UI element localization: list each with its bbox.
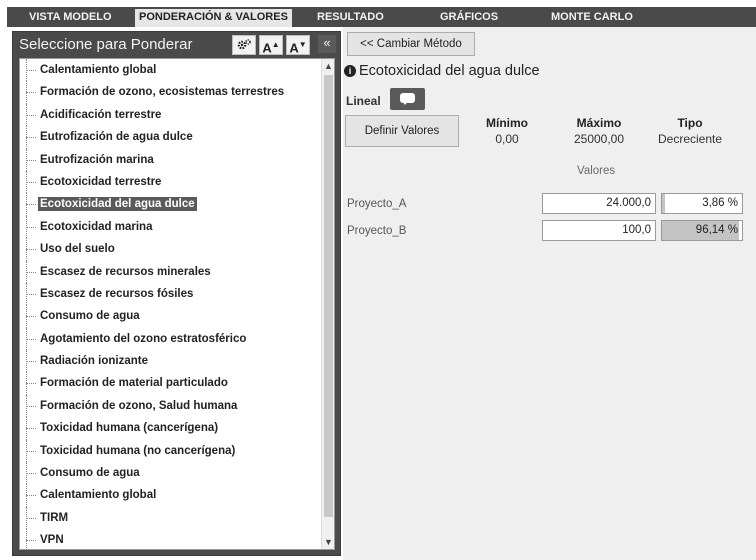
values-label: Valores [577,165,616,177]
list-item-label: Ecotoxicidad marina [40,220,153,233]
list-item-label: Consumo de agua [40,310,140,323]
list-item[interactable]: Acidificación terrestre [20,103,321,127]
criterion-heading: i Ecotoxicidad del agua dulce [343,63,540,79]
type-value: Decreciente [657,132,723,146]
panel-header: Seleccione para Ponderar A▲ A▼ « [13,32,340,58]
list-item[interactable]: Formación de material particulado [20,372,321,395]
project-value-input[interactable]: 100,0 [542,220,656,241]
tab-vista-modelo[interactable]: VISTA MODELO [29,7,112,27]
list-item[interactable]: Consumo de agua [20,462,321,485]
list-item[interactable]: Toxicidad humana (no cancerígena) [20,439,321,463]
list-item-label: VPN [40,534,64,547]
font-increase-label: A [262,40,272,56]
list-item-label: Formación de ozono, Salud humana [40,399,238,412]
list-item[interactable]: Calentamiento global [20,484,321,507]
list-item-label: Formación de ozono, ecosistemas terrestr… [40,86,285,99]
panel-title: Seleccione para Ponderar [19,36,193,53]
project-percent-bar: 3,86 % [661,193,743,214]
min-header: Mínimo [486,116,528,130]
font-decrease-label: A [289,40,299,56]
list-item-label: Eutrofización marina [40,153,154,166]
gears-icon [237,39,251,50]
tab-strip: VISTA MODELO PONDERACIÓN & VALORES RESUL… [7,7,756,27]
list-item[interactable]: Escasez de recursos fósiles [20,282,321,306]
tab-ponderacion-valores[interactable]: PONDERACIÓN & VALORES [135,9,292,27]
list-item-label: Eutrofización de agua dulce [40,131,193,144]
type-header: Tipo [677,116,703,130]
list-scrollbar[interactable]: ▲ ▼ [321,59,334,549]
list-item-label: Agotamiento del ozono estratosférico [40,332,247,345]
list-item[interactable]: Uso del suelo [20,238,321,261]
list-item[interactable]: Agotamiento del ozono estratosférico [20,327,321,351]
list-item[interactable]: Radiación ionizante [20,350,321,373]
list-item[interactable]: Escasez de recursos minerales [20,260,321,283]
max-value: 25000,00 [573,132,625,146]
list-item-label: Calentamiento global [40,64,157,76]
detail-panel: << Cambiar Método i Ecotoxicidad del agua… [343,27,756,560]
list-item[interactable]: Toxicidad humana (cancerígena) [20,417,321,440]
tab-graficos[interactable]: GRÁFICOS [440,7,498,27]
project-name: Proyecto_B [347,225,407,237]
list-item[interactable]: VPN [20,529,321,549]
define-values-button[interactable]: Definir Valores [345,115,459,147]
tab-resultado[interactable]: RESULTADO [317,7,384,27]
criterion-title: Ecotoxicidad del agua dulce [359,63,540,79]
change-method-button[interactable]: << Cambiar Método [347,32,475,56]
list-item-label: Ecotoxicidad terrestre [40,175,162,188]
list-item[interactable]: Eutrofización marina [20,148,321,171]
min-value: 0,00 [495,132,519,146]
comment-button[interactable] [390,88,425,110]
list-item[interactable]: Formación de ozono, ecosistemas terrestr… [20,81,321,104]
category-list: Calentamiento global Formación de ozono, … [20,59,321,549]
list-item[interactable]: Ecotoxicidad del agua dulce [20,193,321,216]
arrow-down-icon: ▼ [298,40,307,49]
percent-fill [662,194,666,213]
list-item[interactable]: Ecotoxicidad marina [20,215,321,239]
list-item[interactable]: Eutrofización de agua dulce [20,126,321,149]
list-item-label: Escasez de recursos fósiles [40,287,194,300]
list-item[interactable]: Calentamiento global [20,59,321,82]
percent-text: 3,86 % [702,197,738,209]
project-name: Proyecto_A [347,198,407,210]
list-item-label: Formación de material particulado [40,377,228,390]
project-percent-bar: 96,14 % [661,220,743,241]
tab-bar: VISTA MODELO PONDERACIÓN & VALORES RESUL… [0,0,756,27]
project-value-input[interactable]: 24.000,0 [542,193,656,214]
category-tree: Calentamiento global Formación de ozono, … [19,58,335,550]
weighting-panel: Seleccione para Ponderar A▲ A▼ « Calenta… [12,31,341,556]
percent-text: 96,14 % [695,224,738,236]
list-item-label: Consumo de agua [40,467,140,480]
info-icon: i [344,65,356,77]
font-decrease-button[interactable]: A▼ [286,35,310,55]
tab-monte-carlo[interactable]: MONTE CARLO [551,7,633,27]
list-item-label: Toxicidad humana (cancerígena) [40,422,219,435]
max-header: Máximo [576,116,622,130]
list-item-label: Ecotoxicidad del agua dulce [38,197,197,212]
list-item[interactable]: TIRM [20,506,321,530]
list-item-label: Uso del suelo [40,243,115,256]
method-label: Lineal [346,94,381,108]
collapse-panel-button[interactable]: « [318,35,336,53]
list-item-label: Escasez de recursos minerales [40,265,211,278]
font-increase-button[interactable]: A▲ [259,35,283,55]
arrow-up-icon: ▲ [271,40,280,49]
list-item-label: TIRM [40,511,69,524]
settings-button[interactable] [232,35,256,55]
list-item-label: Acidificación terrestre [40,108,162,121]
list-item-label: Radiación ionizante [40,355,148,368]
list-item[interactable]: Ecotoxicidad terrestre [20,170,321,194]
list-item-label: Calentamiento global [40,489,157,502]
list-item[interactable]: Formación de ozono, Salud humana [20,394,321,418]
scroll-down-icon[interactable]: ▼ [322,535,334,549]
scroll-thumb[interactable] [324,75,333,517]
scroll-up-icon[interactable]: ▲ [322,59,334,73]
list-item-label: Toxicidad humana (no cancerígena) [40,444,236,457]
list-item[interactable]: Consumo de agua [20,305,321,328]
